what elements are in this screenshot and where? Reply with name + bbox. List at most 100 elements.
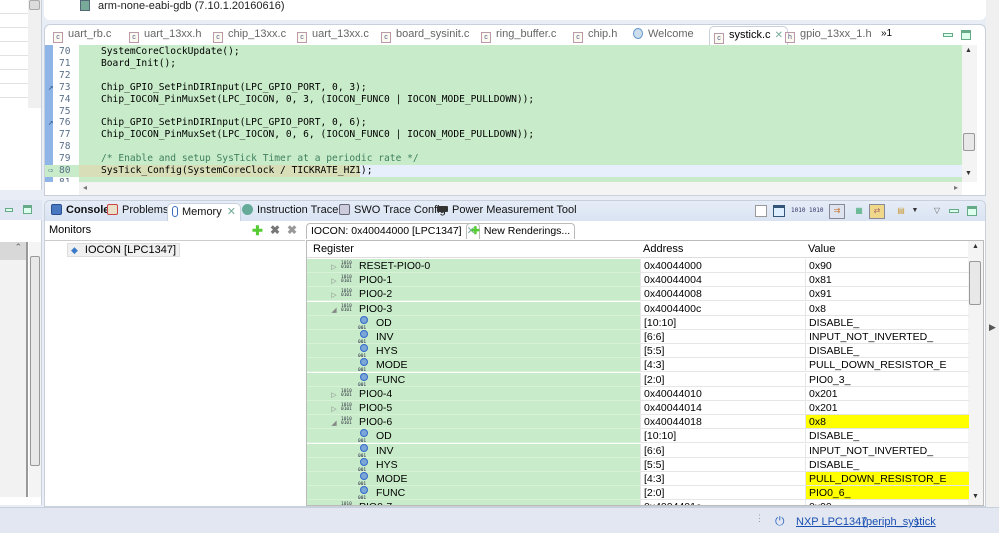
- register-name-cell[interactable]: MODE: [307, 358, 640, 378]
- list-row[interactable]: [0, 56, 28, 70]
- value-cell[interactable]: DISABLE_: [805, 429, 969, 444]
- scroll-up-icon[interactable]: ▲: [965, 47, 972, 54]
- import-binary-icon[interactable]: 1010: [791, 205, 805, 217]
- column-header-value[interactable]: Value: [808, 243, 835, 255]
- value-cell[interactable]: 0x8: [805, 301, 969, 316]
- field-row[interactable]: HYS [5:5]DISABLE_: [307, 457, 969, 478]
- register-name-cell[interactable]: ▷1010 0101 RESET-PIO0-0: [307, 259, 640, 273]
- editor-tab[interactable]: c chip_13xx.c: [209, 28, 286, 45]
- rendering-tab[interactable]: IOCON: 0x40044000 [LPC1347] ✕: [306, 223, 481, 239]
- editor-tab-active[interactable]: c systick.c ✕: [709, 26, 788, 46]
- list-row[interactable]: [0, 0, 28, 14]
- scroll-thumb[interactable]: [969, 261, 981, 305]
- code-line[interactable]: 70 SystemCoreClockUpdate();: [45, 46, 962, 58]
- value-cell[interactable]: INPUT_NOT_INVERTED_: [805, 443, 969, 458]
- minimize-icon[interactable]: [943, 33, 953, 38]
- value-cell[interactable]: DISABLE_: [805, 344, 969, 359]
- code-line[interactable]: 79 /* Enable and setup SysTick Timer at a…: [45, 153, 962, 165]
- scroll-thumb[interactable]: [30, 256, 40, 466]
- code-line[interactable]: 77 Chip_IOCON_PinMuxSet(LPC_IOCON, 0, 6, …: [45, 129, 962, 141]
- value-cell[interactable]: 0x91: [805, 287, 969, 302]
- collapse-icon[interactable]: ⌃: [0, 242, 26, 260]
- editor-horizontal-scrollbar[interactable]: ◂ ▸: [79, 182, 962, 195]
- list-row[interactable]: [0, 70, 28, 84]
- value-cell[interactable]: PULL_DOWN_RESISTOR_E: [805, 358, 969, 373]
- register-name-cell[interactable]: ▷10100101 PIO0-7: [307, 500, 640, 505]
- value-cell[interactable]: 0x90: [805, 259, 969, 273]
- register-name-cell[interactable]: ▷1010 0101 PIO0-2: [307, 287, 640, 302]
- remove-monitor-icon[interactable]: ✖: [270, 223, 280, 237]
- list-row[interactable]: [0, 42, 28, 56]
- link-renderings-icon[interactable]: ⇉: [829, 204, 845, 219]
- new-document-icon[interactable]: [755, 205, 767, 217]
- column-header-register[interactable]: Register: [313, 243, 354, 255]
- register-row[interactable]: ▷1010 0101 RESET-PIO0-0 0x40044000 0x90: [307, 259, 969, 273]
- debug-process-item[interactable]: arm-none-eabi-gdb (7.10.1.20160616): [80, 0, 285, 12]
- field-row[interactable]: FUNC [2:0]PIO0_6_: [307, 486, 969, 505]
- editor-vertical-scrollbar[interactable]: ▲ ▼: [962, 45, 977, 182]
- register-name-cell[interactable]: ◢1010 0101 PIO0-3: [307, 301, 640, 316]
- code-line[interactable]: 80 SysTick_Config(SystemCoreClock / TICKR…: [45, 165, 962, 177]
- register-row[interactable]: ◢1010 0101 PIO0-6 0x40044018 0x8: [307, 415, 969, 430]
- register-row[interactable]: ▷10100101 PIO0-7 0x4004401c0x90: [307, 500, 969, 505]
- expand-right-icon[interactable]: ▶: [989, 322, 996, 333]
- value-cell[interactable]: DISABLE_: [805, 315, 969, 330]
- register-name-cell[interactable]: INV: [307, 443, 640, 464]
- register-row[interactable]: ▷1010 0101 PIO0-1 0x40044004 0x81: [307, 273, 969, 288]
- value-cell[interactable]: 0x81: [805, 273, 969, 288]
- register-row[interactable]: ▷1010 0101 PIO0-4 0x40044010 0x201: [307, 386, 969, 401]
- instruction-pointer-icon[interactable]: ⇨: [48, 165, 53, 177]
- maximize-icon[interactable]: [961, 30, 971, 41]
- view-menu-icon[interactable]: ▽: [931, 205, 943, 217]
- field-row[interactable]: OD [10:10]DISABLE_: [307, 429, 969, 449]
- export-icon[interactable]: [773, 205, 785, 217]
- code-line[interactable]: 76 Chip_GPIO_SetPinDIRInput(LPC_GPIO_PORT…: [45, 117, 962, 129]
- register-name-cell[interactable]: FUNC: [307, 372, 640, 393]
- scroll-down-icon[interactable]: ▼: [965, 170, 972, 177]
- tab-memory[interactable]: Memory ✕: [167, 203, 241, 222]
- tab-overflow-button[interactable]: »1: [877, 28, 892, 45]
- register-row[interactable]: ▷1010 0101 PIO0-5 0x40044014 0x201: [307, 401, 969, 415]
- remove-all-monitors-icon[interactable]: ✖: [287, 223, 297, 237]
- scroll-thumb[interactable]: [29, 0, 40, 10]
- breakpoint-icon[interactable]: ↗: [48, 82, 53, 94]
- scroll-left-icon[interactable]: ◂: [83, 183, 87, 192]
- list-row[interactable]: [0, 14, 28, 28]
- code-line[interactable]: 75: [45, 106, 962, 118]
- code-line[interactable]: 73 Chip_GPIO_SetPinDIRInput(LPC_GPIO_PORT…: [45, 82, 962, 94]
- tab-swo-trace-config[interactable]: SWO Trace Config: [339, 204, 446, 221]
- register-name-cell[interactable]: MODE: [307, 472, 640, 492]
- register-row[interactable]: ▷1010 0101 PIO0-2 0x40044008 0x91: [307, 287, 969, 302]
- table-vertical-scrollbar[interactable]: ▲ ▼: [968, 241, 983, 505]
- value-cell[interactable]: INPUT_NOT_INVERTED_: [805, 330, 969, 344]
- swap-icon[interactable]: ⇄: [869, 204, 885, 219]
- field-row[interactable]: MODE [4:3]PULL_DOWN_RESISTOR_E: [307, 472, 969, 492]
- field-row[interactable]: OD [10:10]DISABLE_: [307, 315, 969, 336]
- register-name-cell[interactable]: HYS: [307, 457, 640, 478]
- register-name-cell[interactable]: HYS: [307, 344, 640, 364]
- field-row[interactable]: HYS [5:5]DISABLE_: [307, 344, 969, 364]
- register-name-cell[interactable]: ▷1010 0101 PIO0-1: [307, 273, 640, 288]
- dropdown-arrow-icon[interactable]: ▼: [909, 205, 921, 217]
- tab-console[interactable]: Console: [51, 204, 109, 221]
- column-header-address[interactable]: Address: [643, 243, 683, 255]
- register-row[interactable]: ◢1010 0101 PIO0-3 0x4004400c 0x8: [307, 301, 969, 316]
- maximize-icon[interactable]: [23, 205, 32, 214]
- monitor-item[interactable]: ◆ IOCON [LPC1347]: [67, 243, 181, 257]
- value-cell[interactable]: 0x90: [805, 500, 969, 505]
- value-cell[interactable]: DISABLE_: [805, 457, 969, 472]
- editor-tab[interactable]: c uart_13xx.h: [125, 28, 201, 45]
- export-binary-icon[interactable]: 1010: [809, 205, 823, 217]
- editor-tab[interactable]: h gpio_13xx_1.h: [781, 28, 872, 45]
- close-tab-icon[interactable]: ✕: [227, 206, 236, 218]
- code-area[interactable]: 70 SystemCoreClockUpdate(); 71 Board_Init()…: [45, 45, 962, 182]
- editor-tab[interactable]: c uart_rb.c: [49, 28, 111, 45]
- value-cell[interactable]: PULL_DOWN_RESISTOR_E: [805, 472, 969, 486]
- code-line[interactable]: 71 Board_Init();: [45, 58, 962, 70]
- editor-tab[interactable]: c chip.h: [569, 28, 617, 45]
- register-name-cell[interactable]: INV: [307, 330, 640, 350]
- value-cell[interactable]: PIO0_6_: [805, 486, 969, 501]
- register-name-cell[interactable]: FUNC: [307, 486, 640, 505]
- value-cell[interactable]: PIO0_3_: [805, 372, 969, 387]
- register-name-cell[interactable]: ▷1010 0101 PIO0-5: [307, 401, 640, 415]
